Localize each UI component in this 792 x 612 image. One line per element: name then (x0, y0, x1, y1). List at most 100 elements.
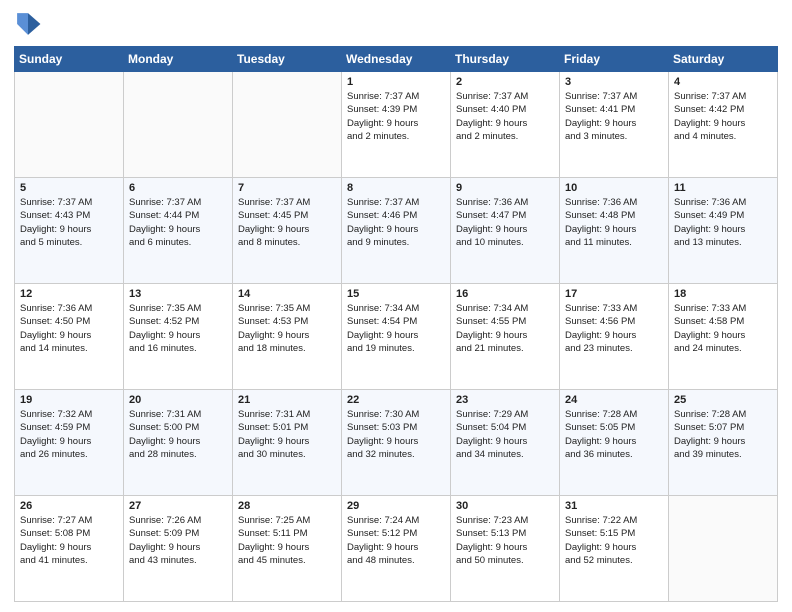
weekday-header-thursday: Thursday (451, 47, 560, 72)
day-cell: 3Sunrise: 7:37 AMSunset: 4:41 PMDaylight… (560, 72, 669, 178)
weekday-header-saturday: Saturday (669, 47, 778, 72)
day-info: Sunrise: 7:24 AMSunset: 5:12 PMDaylight:… (347, 514, 445, 567)
day-cell: 12Sunrise: 7:36 AMSunset: 4:50 PMDayligh… (15, 284, 124, 390)
day-cell: 19 Sunrise: 7:32 AMSunset: 4:59 PMDayligh… (15, 390, 124, 496)
day-number: 31 (565, 500, 663, 512)
week-row-3: 12Sunrise: 7:36 AMSunset: 4:50 PMDayligh… (15, 284, 778, 390)
weekday-header-row: SundayMondayTuesdayWednesdayThursdayFrid… (15, 47, 778, 72)
day-cell: 20 Sunrise: 7:31 AMSunset: 5:00 PMDayligh… (124, 390, 233, 496)
page: SundayMondayTuesdayWednesdayThursdayFrid… (0, 0, 792, 612)
day-number: 6 (129, 182, 227, 194)
day-number: 2 (456, 76, 554, 88)
header (14, 10, 778, 38)
day-number: 15 (347, 288, 445, 300)
day-info: Sunrise: 7:37 AMSunset: 4:42 PMDaylight:… (674, 90, 772, 143)
day-number: 16 (456, 288, 554, 300)
day-info: Sunrise: 7:37 AMSunset: 4:39 PMDaylight:… (347, 90, 445, 143)
day-number: 29 (347, 500, 445, 512)
day-info: Sunrise: 7:37 AMSunset: 4:44 PMDaylight:… (129, 196, 227, 249)
week-row-5: 26Sunrise: 7:27 AMSunset: 5:08 PMDayligh… (15, 496, 778, 602)
day-cell: 21 Sunrise: 7:31 AMSunset: 5:01 PMDayligh… (233, 390, 342, 496)
day-number: 23 (456, 394, 554, 406)
day-info: Sunrise: 7:33 AMSunset: 4:58 PMDaylight:… (674, 302, 772, 355)
day-number: 4 (674, 76, 772, 88)
weekday-header-wednesday: Wednesday (342, 47, 451, 72)
logo (14, 10, 46, 38)
day-info: Sunrise: 7:28 AMSunset: 5:05 PMDaylight:… (565, 408, 663, 461)
day-info: Sunrise: 7:37 AMSunset: 4:41 PMDaylight:… (565, 90, 663, 143)
day-number: 22 (347, 394, 445, 406)
day-number: 10 (565, 182, 663, 194)
day-info: Sunrise: 7:35 AMSunset: 4:53 PMDaylight:… (238, 302, 336, 355)
day-info: Sunrise: 7:30 AMSunset: 5:03 PMDaylight:… (347, 408, 445, 461)
day-info: Sunrise: 7:37 AMSunset: 4:43 PMDaylight:… (20, 196, 118, 249)
weekday-header-friday: Friday (560, 47, 669, 72)
day-number: 13 (129, 288, 227, 300)
logo-icon (14, 10, 42, 38)
day-cell: 26Sunrise: 7:27 AMSunset: 5:08 PMDayligh… (15, 496, 124, 602)
calendar: SundayMondayTuesdayWednesdayThursdayFrid… (14, 46, 778, 602)
day-number: 21 (238, 394, 336, 406)
day-number: 25 (674, 394, 772, 406)
day-info: Sunrise: 7:31 AMSunset: 5:01 PMDaylight:… (238, 408, 336, 461)
day-info: Sunrise: 7:33 AMSunset: 4:56 PMDaylight:… (565, 302, 663, 355)
day-number: 19 (20, 394, 118, 406)
day-info: Sunrise: 7:27 AMSunset: 5:08 PMDaylight:… (20, 514, 118, 567)
day-info: Sunrise: 7:36 AMSunset: 4:49 PMDaylight:… (674, 196, 772, 249)
day-cell (124, 72, 233, 178)
day-cell: 29 Sunrise: 7:24 AMSunset: 5:12 PMDayligh… (342, 496, 451, 602)
day-info: Sunrise: 7:36 AMSunset: 4:50 PMDaylight:… (20, 302, 118, 355)
day-info: Sunrise: 7:28 AMSunset: 5:07 PMDaylight:… (674, 408, 772, 461)
day-number: 20 (129, 394, 227, 406)
day-cell (233, 72, 342, 178)
day-info: Sunrise: 7:34 AMSunset: 4:54 PMDaylight:… (347, 302, 445, 355)
day-cell: 27 Sunrise: 7:26 AMSunset: 5:09 PMDayligh… (124, 496, 233, 602)
day-number: 28 (238, 500, 336, 512)
day-cell (15, 72, 124, 178)
day-cell: 23 Sunrise: 7:29 AMSunset: 5:04 PMDayligh… (451, 390, 560, 496)
day-info: Sunrise: 7:29 AMSunset: 5:04 PMDaylight:… (456, 408, 554, 461)
day-cell: 7 Sunrise: 7:37 AMSunset: 4:45 PMDaylight… (233, 178, 342, 284)
day-number: 1 (347, 76, 445, 88)
day-number: 7 (238, 182, 336, 194)
day-info: Sunrise: 7:26 AMSunset: 5:09 PMDaylight:… (129, 514, 227, 567)
day-cell: 25 Sunrise: 7:28 AMSunset: 5:07 PMDayligh… (669, 390, 778, 496)
day-info: Sunrise: 7:22 AMSunset: 5:15 PMDaylight:… (565, 514, 663, 567)
day-cell: 18Sunrise: 7:33 AMSunset: 4:58 PMDayligh… (669, 284, 778, 390)
day-cell: 24 Sunrise: 7:28 AMSunset: 5:05 PMDayligh… (560, 390, 669, 496)
day-info: Sunrise: 7:37 AMSunset: 4:45 PMDaylight:… (238, 196, 336, 249)
day-number: 14 (238, 288, 336, 300)
week-row-4: 19 Sunrise: 7:32 AMSunset: 4:59 PMDayligh… (15, 390, 778, 496)
weekday-header-tuesday: Tuesday (233, 47, 342, 72)
weekday-header-monday: Monday (124, 47, 233, 72)
day-cell: 30 Sunrise: 7:23 AMSunset: 5:13 PMDayligh… (451, 496, 560, 602)
day-cell: 17 Sunrise: 7:33 AMSunset: 4:56 PMDayligh… (560, 284, 669, 390)
day-number: 17 (565, 288, 663, 300)
day-info: Sunrise: 7:35 AMSunset: 4:52 PMDaylight:… (129, 302, 227, 355)
day-cell: 6 Sunrise: 7:37 AMSunset: 4:44 PMDaylight… (124, 178, 233, 284)
day-cell: 14 Sunrise: 7:35 AMSunset: 4:53 PMDayligh… (233, 284, 342, 390)
day-cell: 10Sunrise: 7:36 AMSunset: 4:48 PMDayligh… (560, 178, 669, 284)
day-number: 27 (129, 500, 227, 512)
week-row-1: 1 Sunrise: 7:37 AMSunset: 4:39 PMDaylight… (15, 72, 778, 178)
day-cell: 31 Sunrise: 7:22 AMSunset: 5:15 PMDayligh… (560, 496, 669, 602)
day-number: 30 (456, 500, 554, 512)
day-info: Sunrise: 7:32 AMSunset: 4:59 PMDaylight:… (20, 408, 118, 461)
day-cell: 15 Sunrise: 7:34 AMSunset: 4:54 PMDayligh… (342, 284, 451, 390)
day-cell: 13 Sunrise: 7:35 AMSunset: 4:52 PMDayligh… (124, 284, 233, 390)
day-cell: 28Sunrise: 7:25 AMSunset: 5:11 PMDayligh… (233, 496, 342, 602)
day-cell: 4 Sunrise: 7:37 AMSunset: 4:42 PMDaylight… (669, 72, 778, 178)
day-info: Sunrise: 7:31 AMSunset: 5:00 PMDaylight:… (129, 408, 227, 461)
day-cell: 9Sunrise: 7:36 AMSunset: 4:47 PMDaylight… (451, 178, 560, 284)
day-cell: 1 Sunrise: 7:37 AMSunset: 4:39 PMDaylight… (342, 72, 451, 178)
day-number: 11 (674, 182, 772, 194)
day-info: Sunrise: 7:37 AMSunset: 4:46 PMDaylight:… (347, 196, 445, 249)
day-cell: 16 Sunrise: 7:34 AMSunset: 4:55 PMDayligh… (451, 284, 560, 390)
day-cell: 22 Sunrise: 7:30 AMSunset: 5:03 PMDayligh… (342, 390, 451, 496)
day-cell: 2Sunrise: 7:37 AMSunset: 4:40 PMDaylight… (451, 72, 560, 178)
day-info: Sunrise: 7:34 AMSunset: 4:55 PMDaylight:… (456, 302, 554, 355)
day-info: Sunrise: 7:23 AMSunset: 5:13 PMDaylight:… (456, 514, 554, 567)
day-number: 8 (347, 182, 445, 194)
day-cell: 5Sunrise: 7:37 AMSunset: 4:43 PMDaylight… (15, 178, 124, 284)
day-number: 24 (565, 394, 663, 406)
